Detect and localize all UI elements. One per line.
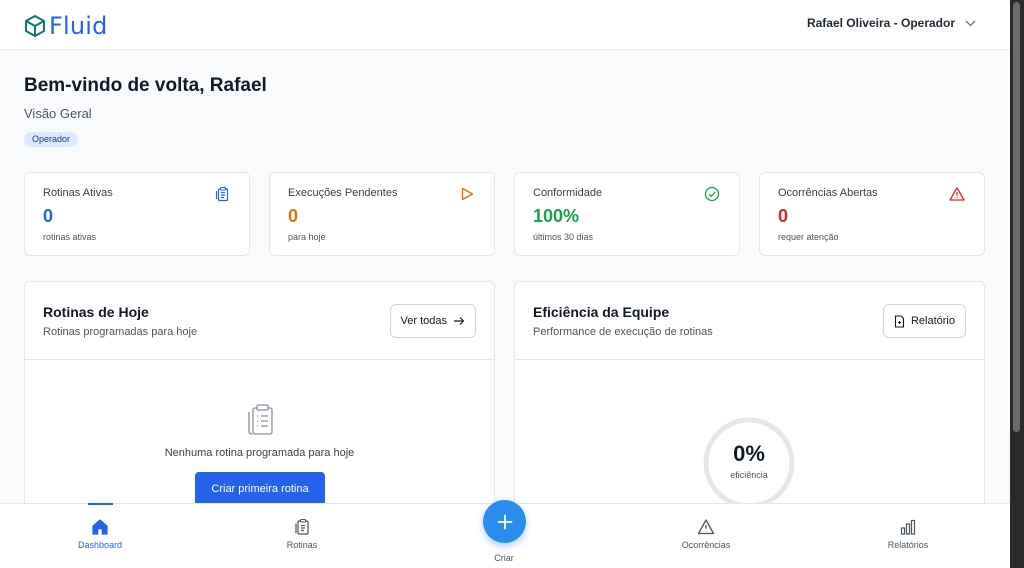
alert-triangle-icon	[697, 519, 715, 535]
stat-label: Ocorrências Abertas	[778, 187, 878, 199]
stat-foot: rotinas ativas	[43, 232, 97, 242]
window-scrollbar[interactable]	[1010, 0, 1024, 568]
stat-card-open-occurrences: Ocorrências Abertas 0 requer atenção	[759, 172, 985, 256]
nav-label: Ocorrências	[681, 540, 731, 550]
arrow-right-icon	[454, 317, 465, 325]
panel-title: Rotinas de Hoje	[43, 304, 149, 320]
plus-icon	[497, 514, 512, 529]
stat-label: Rotinas Ativas	[43, 187, 113, 199]
gauge-value: 0%	[733, 441, 765, 466]
app-name: Fluid	[49, 12, 108, 40]
panel-divider	[25, 359, 494, 360]
stat-card-compliance: Conformidade 100% últimos 30 dias	[514, 172, 740, 256]
stat-card-pending-executions: Execuções Pendentes 0 para hoje	[269, 172, 495, 256]
nav-label: Relatórios	[887, 540, 929, 550]
create-fab-button[interactable]	[483, 500, 526, 543]
view-all-label: Ver todas	[400, 315, 447, 327]
nav-label: Dashboard	[77, 540, 123, 550]
report-label: Relatório	[910, 315, 955, 327]
app-window: Fluid Rafael Oliveira - Operador Bem-vin…	[0, 0, 1010, 568]
efficiency-gauge: 0% eficiência	[701, 415, 797, 511]
stat-label: Execuções Pendentes	[288, 187, 398, 199]
user-menu[interactable]: Rafael Oliveira - Operador	[807, 16, 976, 30]
todays-routines-panel: Rotinas de Hoje Rotinas programadas para…	[24, 281, 495, 521]
bar-chart-icon	[900, 519, 916, 535]
stat-foot: requer atenção	[778, 232, 839, 242]
app-logo[interactable]: Fluid	[24, 12, 108, 40]
create-first-routine-button[interactable]: Criar primeira rotina	[195, 472, 325, 506]
view-all-button[interactable]: Ver todas	[389, 304, 476, 338]
stat-value: 100%	[533, 206, 580, 226]
page-subtitle: Visão Geral	[24, 106, 92, 121]
check-circle-icon	[704, 186, 720, 202]
panel-subtitle: Performance de execução de rotinas	[533, 326, 713, 338]
clipboard-list-icon	[248, 404, 273, 435]
team-efficiency-panel: Eficiência da Equipe Performance de exec…	[514, 281, 985, 521]
panel-divider	[515, 359, 984, 360]
stat-foot: para hoje	[288, 232, 326, 242]
top-bar: Fluid Rafael Oliveira - Operador	[0, 0, 1010, 50]
clipboard-icon	[215, 186, 229, 202]
nav-item-dashboard[interactable]: Dashboard	[40, 503, 160, 564]
chevron-down-icon	[965, 20, 976, 26]
panel-title: Eficiência da Equipe	[533, 304, 670, 320]
stat-foot: últimos 30 dias	[533, 232, 594, 242]
home-icon	[92, 519, 108, 535]
stat-value: 0	[288, 206, 299, 226]
create-fab-label: Criar	[494, 553, 514, 563]
gauge-label: eficiência	[730, 470, 768, 480]
cube-logo-icon	[25, 15, 45, 37]
file-icon	[894, 314, 905, 328]
stat-card-active-routines: Rotinas Ativas 0 rotinas ativas	[24, 172, 250, 256]
empty-state-text: Nenhuma rotina programada para hoje	[164, 447, 355, 459]
user-menu-label: Rafael Oliveira - Operador	[806, 16, 955, 30]
clipboard-icon	[295, 518, 309, 535]
play-icon	[461, 187, 474, 201]
nav-item-ocorrencias[interactable]: Ocorrências	[646, 504, 766, 564]
scrollbar-thumb[interactable]	[1013, 2, 1020, 432]
role-badge: Operador	[24, 132, 79, 147]
nav-label: Rotinas	[286, 540, 318, 550]
nav-item-rotinas[interactable]: Rotinas	[242, 504, 362, 564]
stat-value: 0	[778, 206, 789, 226]
report-button[interactable]: Relatório	[882, 304, 966, 338]
stat-value: 0	[43, 206, 54, 226]
stat-label: Conformidade	[533, 187, 603, 199]
panel-subtitle: Rotinas programadas para hoje	[43, 326, 198, 338]
nav-item-relatorios[interactable]: Relatórios	[848, 504, 968, 564]
page-title: Bem-vindo de volta, Rafael	[24, 75, 267, 96]
alert-triangle-icon	[949, 187, 965, 201]
active-indicator	[88, 503, 113, 505]
